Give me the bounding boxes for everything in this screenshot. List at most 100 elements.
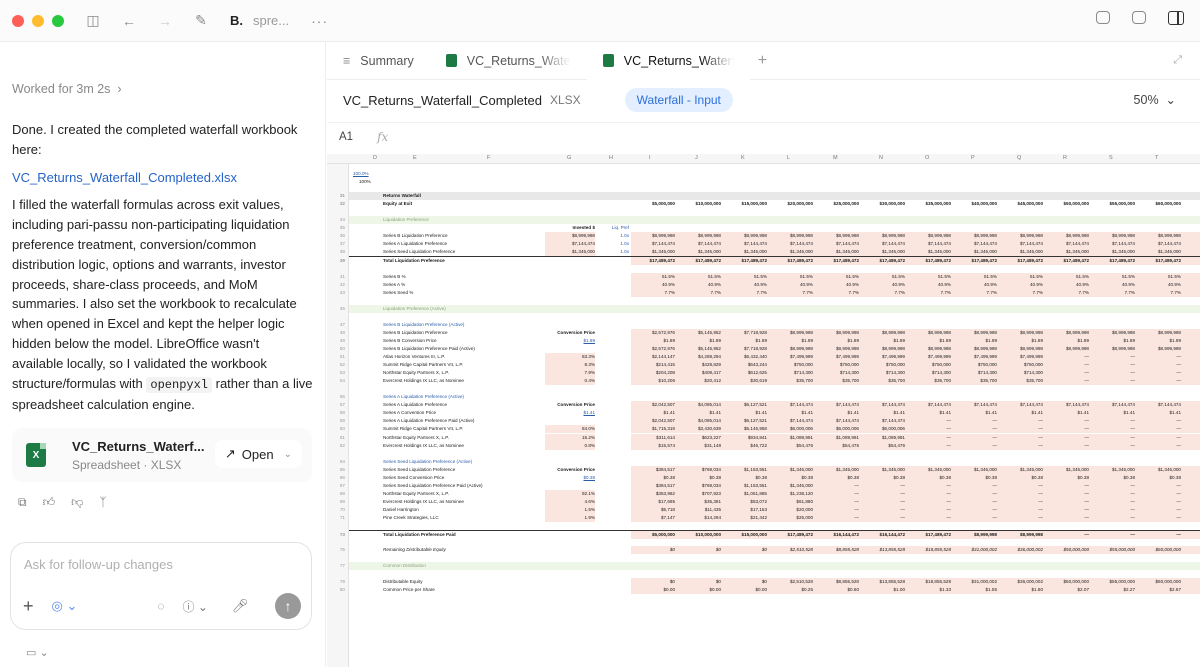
column-header[interactable]: N bbox=[879, 155, 883, 161]
data-cell[interactable]: 7.7% bbox=[999, 289, 1043, 297]
data-cell[interactable]: $1.89 bbox=[631, 337, 676, 345]
data-cell[interactable]: $1,089,991 bbox=[769, 434, 813, 442]
data-cell[interactable]: — bbox=[907, 434, 951, 442]
data-cell[interactable]: $8,999,998 bbox=[1137, 345, 1181, 353]
data-cell[interactable]: $16,144,472 bbox=[861, 531, 905, 539]
row-label[interactable]: Total Liquidation Preference bbox=[383, 257, 543, 265]
data-cell[interactable]: $1.41 bbox=[1137, 409, 1182, 417]
data-cell[interactable]: $5,718 bbox=[631, 506, 675, 514]
data-cell[interactable]: 51.5% bbox=[1137, 273, 1181, 281]
data-cell[interactable]: $8,999,998 bbox=[953, 232, 997, 240]
data-cell[interactable]: $1.89 bbox=[815, 337, 860, 345]
data-cell[interactable]: $8,999,998 bbox=[1045, 329, 1089, 337]
data-cell[interactable]: — bbox=[907, 490, 951, 498]
input-cell[interactable]: Conversion Price bbox=[545, 401, 595, 409]
data-cell[interactable]: $623,227 bbox=[677, 434, 721, 442]
data-cell[interactable]: — bbox=[1091, 377, 1135, 385]
data-cell[interactable]: $0.38 bbox=[723, 474, 768, 482]
data-cell[interactable]: $1.89 bbox=[723, 337, 768, 345]
row-label[interactable]: Series Seed Liquidation Preference Paid … bbox=[383, 482, 543, 490]
data-cell[interactable]: $17,489,472 bbox=[769, 531, 813, 539]
row-label[interactable]: Evercrest Holdings IX LLC, as Nominee bbox=[383, 377, 543, 385]
data-cell[interactable]: $7,144,474 bbox=[861, 401, 905, 409]
data-cell[interactable]: $13,855,528 bbox=[861, 578, 905, 586]
data-cell[interactable]: $6,432,440 bbox=[723, 353, 767, 361]
data-cell[interactable]: $0.38 bbox=[631, 474, 676, 482]
data-cell[interactable]: $5,145,952 bbox=[677, 329, 721, 337]
data-cell[interactable]: $35,700 bbox=[769, 377, 813, 385]
data-cell[interactable]: — bbox=[1137, 514, 1181, 522]
row-label[interactable]: Series Seed Liquidation Preference (Acti… bbox=[383, 458, 543, 466]
data-cell[interactable]: 7.7% bbox=[677, 289, 721, 297]
input-cell[interactable]: 1.0x bbox=[599, 240, 629, 248]
data-cell[interactable]: $6,127,521 bbox=[723, 401, 767, 409]
data-cell[interactable]: $8,999,998 bbox=[1045, 345, 1089, 353]
data-cell[interactable]: $1.89 bbox=[953, 337, 998, 345]
data-cell[interactable]: $54,476 bbox=[861, 442, 905, 450]
data-cell[interactable]: $35,700 bbox=[861, 377, 905, 385]
data-cell[interactable]: — bbox=[907, 514, 951, 522]
data-cell[interactable]: $1,345,000 bbox=[999, 466, 1043, 474]
data-cell[interactable]: — bbox=[953, 490, 997, 498]
data-cell[interactable]: $7,144,474 bbox=[815, 417, 859, 425]
data-cell[interactable]: $4,288,294 bbox=[677, 353, 721, 361]
data-cell[interactable]: $1.41 bbox=[631, 409, 676, 417]
data-cell[interactable]: $0.38 bbox=[769, 474, 814, 482]
row-label[interactable]: Distributable Equity bbox=[383, 578, 543, 586]
data-cell[interactable]: $1.41 bbox=[999, 409, 1044, 417]
data-cell[interactable]: 51.5% bbox=[723, 273, 767, 281]
sheet-selector[interactable]: Waterfall - Input bbox=[624, 88, 733, 112]
thumbs-up-icon[interactable]: 👍︎ bbox=[43, 495, 56, 510]
data-cell[interactable]: — bbox=[953, 514, 997, 522]
row-label[interactable]: Series Seed % bbox=[383, 289, 543, 297]
data-cell[interactable]: $8,999,998 bbox=[769, 232, 813, 240]
data-cell[interactable]: $10,000,000 bbox=[677, 531, 721, 539]
data-cell[interactable]: $8,999,998 bbox=[1091, 329, 1135, 337]
file-card[interactable]: X VC_Returns_Waterf... Spreadsheet · XLS… bbox=[12, 428, 312, 482]
data-cell[interactable]: $934,841 bbox=[723, 434, 767, 442]
data-cell[interactable]: $6,000,006 bbox=[815, 425, 859, 433]
data-cell[interactable]: $36,000,002 bbox=[999, 578, 1043, 586]
data-cell[interactable]: $1.89 bbox=[907, 337, 952, 345]
data-cell[interactable]: 51.5% bbox=[907, 273, 951, 281]
data-cell[interactable]: $7,144,474 bbox=[1045, 401, 1089, 409]
data-cell[interactable]: $7,499,999 bbox=[953, 353, 997, 361]
row-label[interactable]: Series Seed Liquidation Preference bbox=[383, 466, 543, 474]
data-cell[interactable]: 40.9% bbox=[1137, 281, 1181, 289]
data-cell[interactable]: $31,148 bbox=[677, 442, 721, 450]
row-label[interactable]: Evercrest Holdings IX LLC, as Nominee bbox=[383, 442, 543, 450]
data-cell[interactable]: $7,144,474 bbox=[769, 401, 813, 409]
data-cell[interactable]: — bbox=[1137, 417, 1181, 425]
data-cell[interactable]: $46,722 bbox=[723, 442, 767, 450]
data-cell[interactable]: $2.67 bbox=[1137, 586, 1182, 594]
data-cell[interactable]: $0.38 bbox=[1045, 474, 1090, 482]
close-window-button[interactable] bbox=[12, 14, 24, 27]
input-cell[interactable]: Invested $ bbox=[545, 224, 595, 232]
input-cell[interactable]: $1,345,000 bbox=[545, 248, 595, 257]
data-cell[interactable]: $17,489,472 bbox=[1137, 257, 1181, 265]
data-cell[interactable]: 40.9% bbox=[861, 281, 905, 289]
tab-waterfall-2[interactable]: VC_Returns_Waterf bbox=[586, 41, 750, 80]
row-label[interactable]: Series B Liquidation Preference bbox=[383, 329, 543, 337]
data-cell[interactable]: $7,144,474 bbox=[815, 401, 859, 409]
data-cell[interactable]: $1.33 bbox=[907, 586, 952, 594]
data-cell[interactable]: $7,144,474 bbox=[1137, 401, 1181, 409]
model-selector-icon[interactable]: ◎ ⌄ bbox=[52, 598, 78, 614]
data-cell[interactable]: $1,153,551 bbox=[723, 466, 767, 474]
data-cell[interactable]: $20,000,000 bbox=[769, 200, 813, 208]
data-cell[interactable]: $8,999,998 bbox=[999, 232, 1043, 240]
row-label[interactable]: Series A Liquidation Preference (Active) bbox=[383, 393, 543, 401]
spreadsheet-grid[interactable]: D E F G H I J K L M N O P Q R S T 100.0% 100% 31 Returns … bbox=[327, 154, 1200, 667]
data-cell[interactable]: $1,238,120 bbox=[769, 490, 813, 498]
copy-window-icon[interactable] bbox=[1132, 11, 1146, 24]
row-label[interactable]: Northstar Equity Partners X, L.P. bbox=[383, 369, 543, 377]
data-cell[interactable]: $31,000,002 bbox=[953, 546, 997, 554]
data-cell[interactable]: — bbox=[953, 506, 997, 514]
data-cell[interactable]: $2,572,976 bbox=[631, 329, 675, 337]
data-cell[interactable]: $8,855,528 bbox=[815, 578, 859, 586]
data-cell[interactable]: 51.5% bbox=[861, 273, 905, 281]
data-cell[interactable]: $15,000,000 bbox=[723, 531, 767, 539]
column-header[interactable]: D bbox=[373, 155, 377, 161]
data-cell[interactable]: $1,345,000 bbox=[769, 248, 813, 256]
input-cell[interactable]: 1.0x bbox=[599, 232, 629, 240]
